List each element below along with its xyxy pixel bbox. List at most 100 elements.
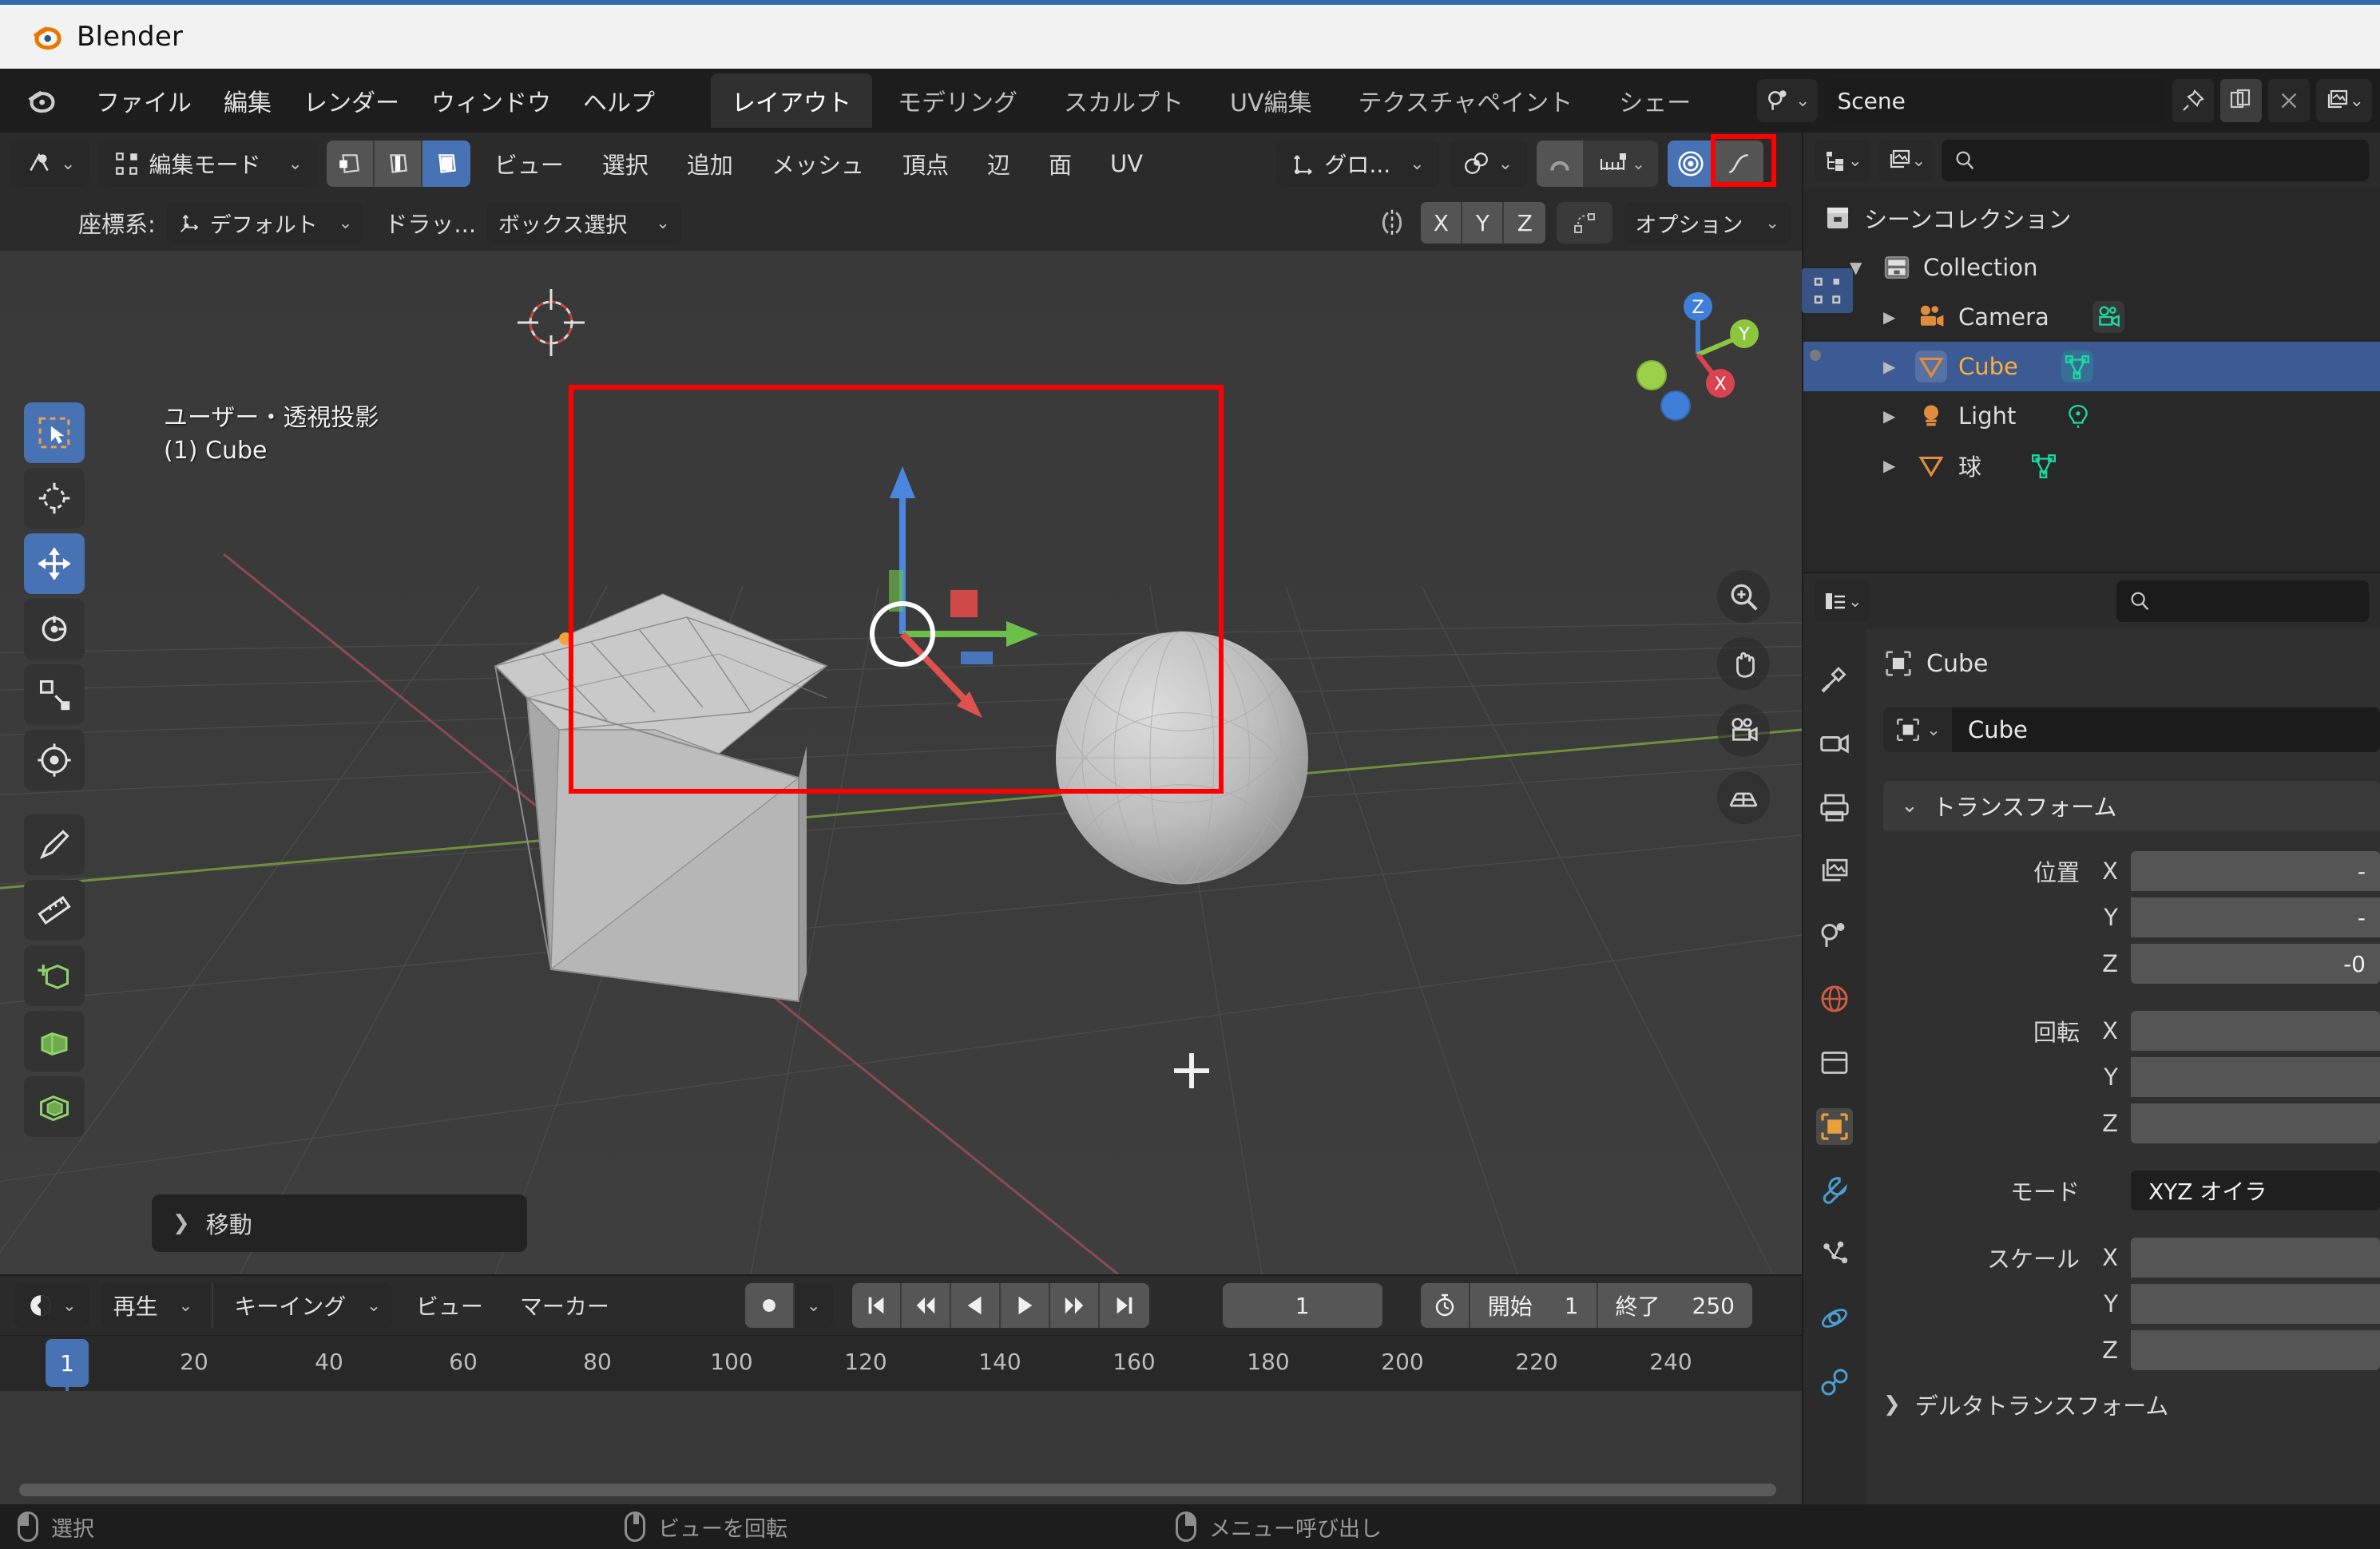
tool-extrude[interactable] <box>24 1011 85 1072</box>
mesh-data-icon[interactable] <box>2061 351 2093 382</box>
tab-texture-paint[interactable]: テクスチャペイント <box>1337 73 1593 128</box>
mesh-data-icon[interactable] <box>2028 450 2060 481</box>
next-keyframe-button[interactable] <box>1049 1283 1100 1328</box>
object-tab[interactable] <box>1816 1108 1853 1145</box>
view-layer-tab[interactable] <box>1816 853 1853 889</box>
menu-edit[interactable]: 編集 <box>208 77 288 125</box>
tool-inset-faces[interactable] <box>24 1076 85 1137</box>
jump-to-start-button[interactable] <box>851 1283 902 1328</box>
outliner-row-light[interactable]: ▶ Light <box>1803 391 2380 441</box>
location-x-field[interactable]: - <box>2131 851 2380 891</box>
menu-help[interactable]: ヘルプ <box>567 77 671 125</box>
camera-view-button[interactable] <box>1717 704 1770 757</box>
auto-keying-settings[interactable]: ⌄ <box>794 1283 833 1328</box>
use-preview-range-button[interactable] <box>1420 1283 1469 1328</box>
rotation-x-field[interactable] <box>2131 1011 2380 1051</box>
blender-menu-icon[interactable] <box>24 83 59 118</box>
expand-triangle-icon[interactable]: ▶ <box>1883 307 1904 327</box>
scene-tab[interactable] <box>1816 917 1853 953</box>
tab-layout[interactable]: レイアウト <box>711 73 872 128</box>
operator-redo-panel[interactable]: ❯ 移動 <box>152 1194 527 1252</box>
transform-panel-header[interactable]: ⌄ トランスフォーム <box>1883 781 2380 830</box>
modifier-tab[interactable] <box>1816 1172 1853 1209</box>
outliner-row-sphere[interactable]: ▶ 球 <box>1803 441 2380 490</box>
outliner-mode-toggle[interactable] <box>1802 268 1853 313</box>
scene-browse-button[interactable]: ⌄ <box>1757 79 1819 122</box>
tab-sculpting[interactable]: スカルプト <box>1043 73 1204 128</box>
tool-move[interactable] <box>24 533 85 594</box>
mirror-axis-z[interactable]: Z <box>1504 202 1546 244</box>
navigation-gizmo[interactable]: Z Y X <box>1618 275 1778 434</box>
properties-editor-type-button[interactable]: ⌄ <box>1815 580 1870 622</box>
viewport-menu-edge[interactable]: 辺 <box>973 141 1025 187</box>
frame-end-field[interactable]: 終了 250 <box>1596 1283 1752 1328</box>
snap-settings-button[interactable]: ⌄ <box>1585 141 1658 187</box>
viewport-menu-face[interactable]: 面 <box>1034 141 1086 187</box>
options-dropdown[interactable]: オプション ⌄ <box>1624 202 1791 244</box>
properties-search-input[interactable] <box>2116 580 2370 622</box>
mesh-option-button[interactable] <box>1557 202 1613 244</box>
zoom-view-button[interactable] <box>1717 570 1770 623</box>
output-tab[interactable] <box>1816 789 1853 826</box>
location-z-field[interactable]: -0 <box>2131 944 2380 984</box>
toggle-projection-button[interactable] <box>1717 771 1770 824</box>
outliner-row-scene-collection[interactable]: シーンコレクション <box>1803 193 2380 243</box>
timeline-track-area[interactable] <box>0 1391 1802 1507</box>
mirror-icon[interactable] <box>1374 207 1410 239</box>
tool-cursor[interactable] <box>24 468 85 529</box>
viewport-menu-uv[interactable]: UV <box>1096 144 1157 184</box>
proportional-editing-toggle[interactable] <box>1668 141 1716 187</box>
tool-tab[interactable] <box>1816 661 1853 698</box>
delta-transform-panel-header[interactable]: ❯ デルタトランスフォーム <box>1883 1388 2380 1421</box>
vertex-select-button[interactable] <box>326 141 375 187</box>
timeline-ruler[interactable]: 20 40 60 80 100 120 140 160 180 200 220 … <box>0 1335 1802 1507</box>
scale-y-field[interactable] <box>2131 1284 2380 1324</box>
expand-triangle-icon[interactable]: ▶ <box>1883 406 1904 426</box>
face-select-button[interactable] <box>422 141 470 187</box>
editor-type-button[interactable]: ⌄ <box>11 141 90 187</box>
edge-select-button[interactable] <box>374 141 422 187</box>
scale-z-field[interactable] <box>2131 1330 2380 1370</box>
3d-viewport-canvas[interactable]: Z Y X ユーザー・透視投影 (1) Cube ❯ 移動 <box>0 251 1802 1274</box>
new-scene-button[interactable] <box>2219 79 2262 122</box>
playback-menu[interactable]: 再生 <box>101 1290 171 1321</box>
pan-view-button[interactable] <box>1717 637 1770 690</box>
location-y-field[interactable]: - <box>2131 897 2380 937</box>
keying-menu[interactable]: キーイング <box>221 1290 359 1321</box>
proportional-falloff-dropdown[interactable] <box>1716 141 1763 187</box>
current-frame-field[interactable]: 1 <box>1222 1283 1382 1328</box>
tool-annotate[interactable] <box>24 814 85 875</box>
play-reverse-button[interactable] <box>950 1283 1001 1328</box>
render-tab[interactable] <box>1816 725 1853 762</box>
tab-modeling[interactable]: モデリング <box>877 73 1038 128</box>
menu-render[interactable]: レンダー <box>288 77 415 125</box>
menu-window[interactable]: ウィンドウ <box>415 77 567 125</box>
tool-add-cube[interactable] <box>24 945 85 1006</box>
transform-orientation-dropdown[interactable]: グロ... ⌄ <box>1276 141 1439 187</box>
timeline-editor-type-button[interactable]: ⌄ <box>14 1283 89 1328</box>
viewport-menu-view[interactable]: ビュー <box>480 141 578 187</box>
particles-tab[interactable] <box>1816 1236 1853 1273</box>
menu-file[interactable]: ファイル <box>80 77 208 125</box>
viewport-menu-vertex[interactable]: 頂点 <box>888 141 963 187</box>
viewport-menu-mesh[interactable]: メッシュ <box>757 141 879 187</box>
mirror-axis-x[interactable]: X <box>1421 202 1463 244</box>
expand-triangle-icon[interactable]: ▶ <box>1883 456 1904 475</box>
light-data-icon[interactable] <box>2062 400 2094 432</box>
mirror-axis-y[interactable]: Y <box>1462 202 1505 244</box>
camera-data-icon[interactable] <box>2092 301 2124 333</box>
outliner-row-camera[interactable]: ▶ Camera <box>1803 292 2380 342</box>
frame-start-field[interactable]: 開始 1 <box>1468 1283 1597 1328</box>
physics-tab[interactable] <box>1816 1300 1853 1337</box>
previous-keyframe-button[interactable] <box>901 1283 951 1328</box>
timeline-view-menu[interactable]: ビュー <box>403 1290 496 1321</box>
timeline-playhead[interactable]: 1 <box>46 1339 89 1387</box>
tab-shading[interactable]: シェー <box>1598 73 1712 128</box>
scale-x-field[interactable] <box>2131 1238 2380 1278</box>
interaction-mode-dropdown[interactable]: 編集モード ⌄ <box>99 141 317 187</box>
tool-measure[interactable] <box>24 880 85 941</box>
rotation-y-field[interactable] <box>2131 1057 2380 1097</box>
gizmo-orientation-dropdown[interactable]: デフォルト ⌄ <box>166 202 364 244</box>
outliner-search-input[interactable] <box>1942 140 2369 181</box>
object-name-field[interactable]: Cube <box>1952 707 2380 752</box>
